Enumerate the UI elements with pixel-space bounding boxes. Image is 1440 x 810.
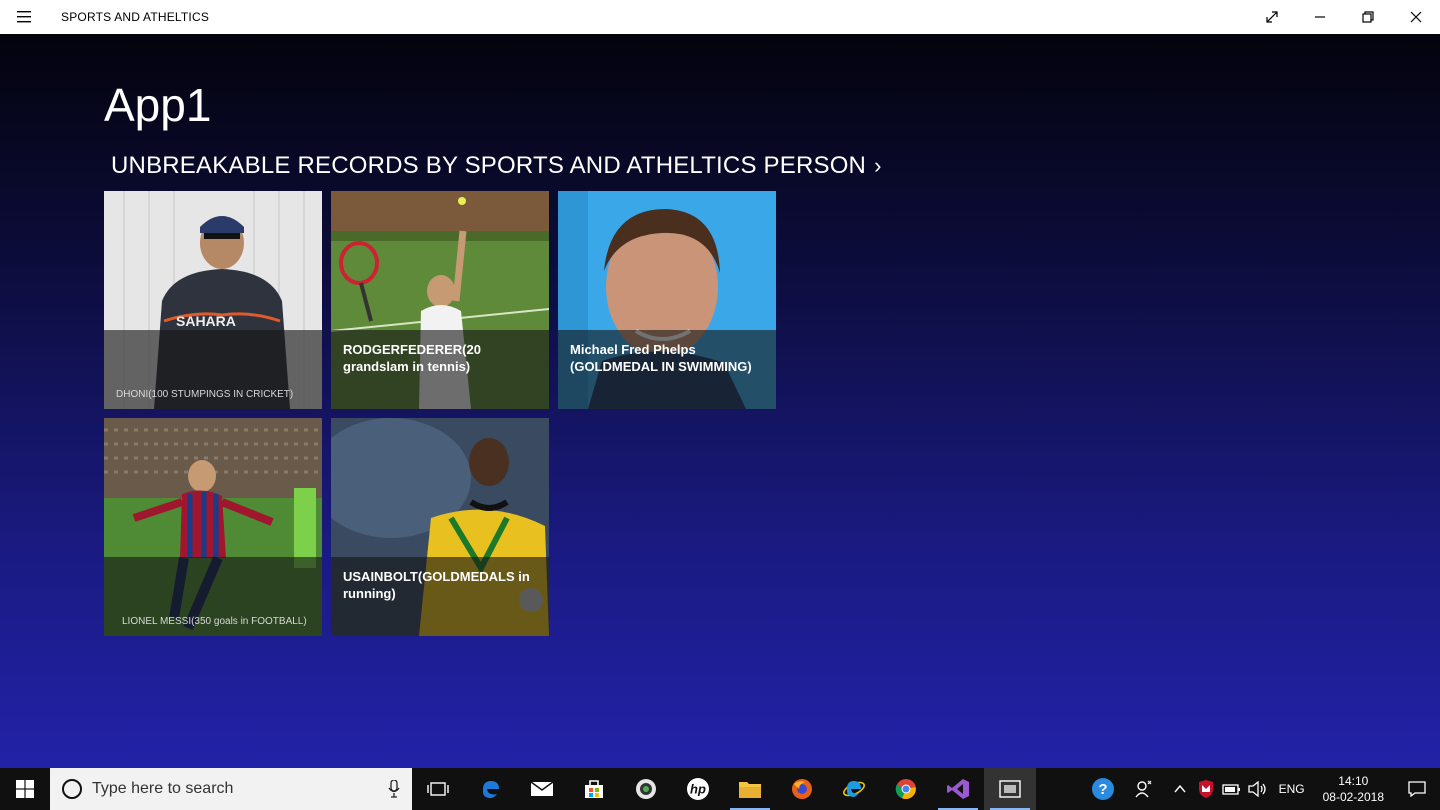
- battery-button[interactable]: [1219, 768, 1245, 810]
- svg-text:hp: hp: [690, 782, 706, 797]
- app-window-icon: [999, 780, 1021, 798]
- windows-logo-icon: [16, 780, 34, 798]
- tile-caption: RODGERFEDERER(20 grandslam in tennis): [343, 342, 481, 374]
- page-title: App1: [104, 79, 212, 131]
- camera-app-button[interactable]: [620, 768, 672, 810]
- restore-button[interactable]: [1344, 0, 1392, 34]
- svg-text:SAHARA: SAHARA: [176, 313, 236, 329]
- minimize-icon: [1315, 16, 1325, 18]
- help-icon: ?: [1091, 778, 1114, 800]
- tile-caption: DHONI(100 STUMPINGS IN CRICKET): [116, 389, 294, 400]
- close-icon: [1410, 11, 1422, 23]
- mail-icon: [530, 781, 554, 796]
- close-button[interactable]: [1392, 0, 1440, 34]
- tile-messi[interactable]: LIONEL MESSI(350 goals in FOOTBALL): [104, 418, 322, 636]
- main-content: App1 UNBREAKABLE RECORDS BY SPORTS AND A…: [0, 34, 1440, 768]
- chevron-right-icon: ›: [874, 153, 882, 178]
- tile-dhoni[interactable]: SAHARA DHONI(100 STUMPINGS IN CRICKET): [104, 191, 322, 409]
- mail-button[interactable]: [516, 768, 568, 810]
- title-bar: SPORTS AND ATHELTICS: [0, 0, 1440, 34]
- app1-taskbar-button[interactable]: [984, 768, 1036, 810]
- input-language-indicator[interactable]: ENG: [1271, 782, 1313, 796]
- task-view-icon: [427, 782, 449, 796]
- help-button[interactable]: ?: [1085, 768, 1121, 810]
- chrome-icon: [895, 779, 916, 799]
- store-button[interactable]: [568, 768, 620, 810]
- window-controls: [1248, 0, 1440, 34]
- chrome-button[interactable]: [880, 768, 932, 810]
- tile-caption: USAINBOLT(GOLDMEDALS in running): [343, 569, 530, 601]
- speaker-icon: [1247, 781, 1266, 797]
- fullscreen-button[interactable]: [1248, 0, 1296, 34]
- camera-icon: [636, 779, 656, 799]
- file-explorer-button[interactable]: [724, 768, 776, 810]
- tile-federer[interactable]: RODGERFEDERER(20 grandslam in tennis): [331, 191, 549, 409]
- search-input[interactable]: [92, 780, 388, 798]
- volume-button[interactable]: [1245, 768, 1271, 810]
- firefox-icon: [792, 779, 812, 799]
- action-center-button[interactable]: [1394, 768, 1440, 810]
- taskbar-search[interactable]: [50, 768, 412, 810]
- clock-time: 14:10: [1338, 774, 1369, 788]
- cortana-icon: [62, 779, 82, 799]
- task-view-button[interactable]: [412, 768, 464, 810]
- clock-date: 08-02-2018: [1322, 790, 1384, 804]
- taskbar: hp: [0, 768, 1440, 810]
- shield-icon: [1198, 780, 1213, 798]
- minimize-button[interactable]: [1296, 0, 1344, 34]
- battery-plug-icon: [1221, 784, 1240, 795]
- app-title: SPORTS AND ATHELTICS: [61, 10, 210, 24]
- show-hidden-icons-button[interactable]: [1167, 768, 1193, 810]
- chevron-up-icon: [1174, 785, 1186, 793]
- tile-phelps[interactable]: Michael Fred Phelps (GOLDMEDAL IN SWIMMI…: [558, 191, 776, 409]
- tile-caption: Michael Fred Phelps (GOLDMEDAL IN SWIMMI…: [570, 342, 752, 374]
- system-tray: ? ENG 14:10 08-02-2018: [1085, 768, 1440, 810]
- hamburger-menu-button[interactable]: [0, 0, 48, 34]
- hamburger-icon: [17, 11, 31, 23]
- section-header-link[interactable]: UNBREAKABLE RECORDS BY SPORTS AND ATHELT…: [111, 152, 882, 180]
- restore-icon: [1362, 11, 1374, 23]
- edge-icon: [482, 781, 499, 799]
- store-icon: [585, 780, 603, 798]
- notification-icon: [1408, 781, 1426, 797]
- start-button[interactable]: [0, 768, 50, 810]
- visual-studio-button[interactable]: [932, 768, 984, 810]
- people-icon: [1135, 780, 1152, 798]
- tile-caption: LIONEL MESSI(350 goals in FOOTBALL): [122, 616, 307, 627]
- edge-browser-button[interactable]: [464, 768, 516, 810]
- tile-bolt[interactable]: USAINBOLT(GOLDMEDALS in running): [331, 418, 549, 636]
- folder-icon: [739, 782, 761, 798]
- antivirus-button[interactable]: [1193, 768, 1219, 810]
- hp-logo-icon: hp: [687, 778, 709, 800]
- people-button[interactable]: [1121, 768, 1167, 810]
- internet-explorer-icon: [843, 781, 865, 797]
- section-header-label: UNBREAKABLE RECORDS BY SPORTS AND ATHELT…: [111, 152, 867, 179]
- expand-icon: [1266, 11, 1278, 23]
- visual-studio-icon: [947, 779, 969, 799]
- clock[interactable]: 14:10 08-02-2018: [1313, 773, 1394, 805]
- svg-text:?: ?: [1098, 781, 1107, 798]
- microphone-icon[interactable]: [388, 780, 400, 798]
- firefox-button[interactable]: [776, 768, 828, 810]
- hp-app-button[interactable]: hp: [672, 768, 724, 810]
- internet-explorer-button[interactable]: [828, 768, 880, 810]
